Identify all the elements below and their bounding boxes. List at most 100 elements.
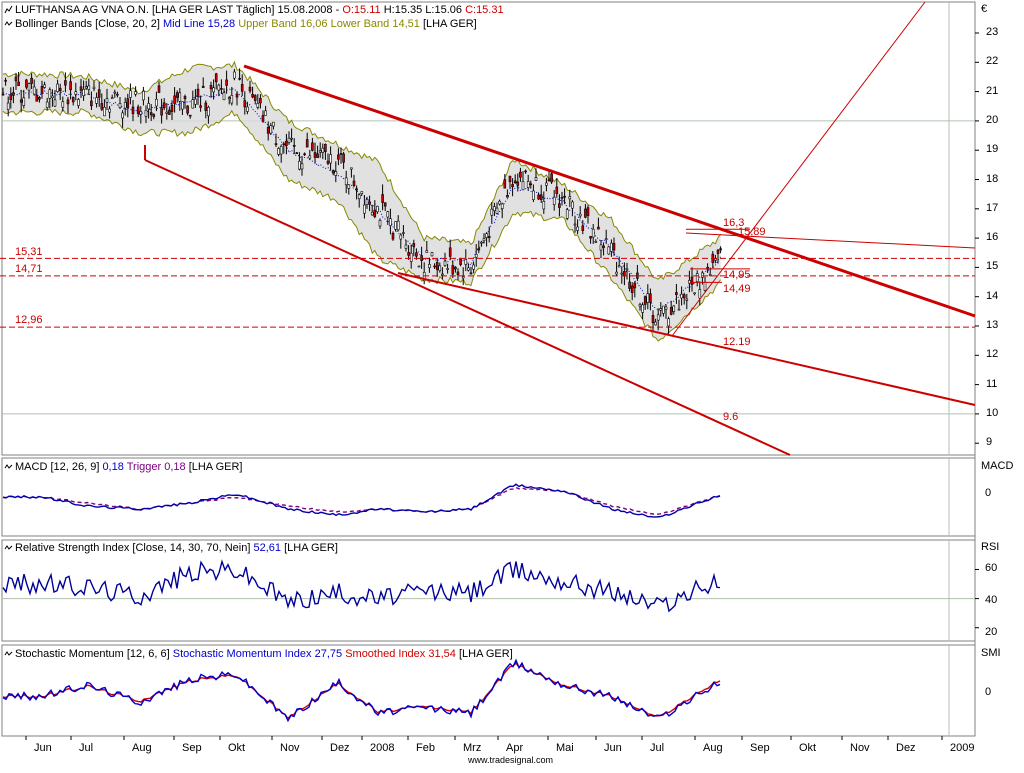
candle-body — [495, 207, 499, 214]
candle-body — [425, 250, 429, 253]
candle-body — [404, 244, 408, 249]
candle-body — [272, 121, 275, 127]
candle-body — [591, 228, 595, 238]
month-tick-label: Mai — [556, 742, 574, 754]
candle-body — [118, 103, 122, 108]
candle-body — [654, 321, 657, 326]
candle-body — [391, 232, 395, 240]
candle-body — [399, 234, 403, 240]
candle-body — [53, 99, 57, 107]
candle-body — [417, 265, 421, 268]
candle-body — [651, 315, 655, 324]
candle-body — [441, 273, 444, 276]
candle-body — [56, 83, 59, 92]
macd-trigger: Trigger 0,18 — [126, 461, 186, 473]
price-tick-label: 20 — [986, 113, 999, 126]
candle-body — [638, 304, 642, 307]
candle-body — [547, 179, 551, 182]
candle-body — [152, 114, 156, 117]
candle-body — [342, 153, 345, 163]
candle-body — [233, 71, 236, 79]
level-label: 14,71 — [15, 263, 43, 275]
macd-value: 0,18 — [102, 461, 124, 473]
candle-body — [656, 314, 660, 321]
candle-body — [308, 155, 312, 159]
month-tick-label: Nov — [280, 742, 300, 754]
candle-body — [597, 226, 600, 230]
candle-body — [227, 97, 231, 99]
candle-body — [22, 97, 26, 106]
price-tick-label: 14 — [986, 289, 999, 302]
month-tick-label: Apr — [506, 742, 524, 754]
candle-body — [108, 108, 111, 113]
candle-body — [698, 289, 702, 299]
candle-body — [266, 127, 270, 134]
candle-body — [347, 184, 351, 189]
candle-body — [222, 92, 226, 101]
month-tick-label: Mrz — [463, 742, 482, 754]
candle-body — [214, 73, 218, 83]
candle-body — [506, 195, 509, 198]
price-tick-label: 12 — [986, 348, 999, 361]
smi-zero-tick: 0 — [985, 686, 992, 698]
candle-body — [84, 86, 88, 89]
candle-body — [35, 95, 39, 102]
month-tick-label: Nov — [850, 742, 870, 754]
candle-body — [27, 83, 31, 91]
candle-body — [376, 205, 379, 213]
candle-body — [279, 146, 283, 155]
candle-body — [633, 282, 637, 289]
candle-body — [524, 170, 527, 173]
macd-axis-label: MACD — [981, 460, 1014, 472]
candle-body — [565, 209, 569, 219]
candle-body — [685, 298, 689, 301]
candle-body — [230, 95, 234, 104]
candle-body — [578, 213, 582, 217]
candle-body — [659, 308, 663, 311]
candle-body — [225, 79, 228, 86]
candle-body — [610, 242, 613, 252]
level-label: 15,31 — [15, 246, 43, 258]
candle-body — [503, 179, 507, 189]
candle-body — [240, 84, 244, 92]
candle-body — [464, 258, 468, 265]
candle-body — [4, 79, 7, 82]
price-tick-label: 9 — [986, 436, 993, 449]
chart-window: LUFTHANSA AG VNA O.N. [LHA GER LAST Tägl… — [0, 0, 1024, 768]
candle-body — [12, 92, 15, 96]
candle-body — [396, 220, 400, 231]
candle-body — [261, 115, 265, 122]
candle-body — [287, 137, 291, 143]
bb-header: Bollinger Bands [Close, 20, 2] Mid Line … — [4, 18, 477, 31]
candle-body — [430, 252, 434, 257]
candle-body — [300, 163, 304, 170]
candle-body — [625, 268, 629, 271]
candle-body — [175, 92, 179, 98]
candle-body — [708, 274, 712, 276]
candle-body — [87, 85, 91, 90]
candle-body — [217, 84, 221, 91]
candle-body — [79, 86, 83, 91]
candle-body — [324, 143, 327, 152]
smi-axis-label: SMI — [981, 647, 1001, 659]
month-tick-label: Jul — [79, 742, 94, 754]
candle-body — [303, 153, 306, 156]
smi-index: Stochastic Momentum Index 27,75 — [172, 648, 343, 660]
indicator-icon — [4, 543, 13, 552]
candle-body — [74, 91, 78, 95]
candle-body — [586, 207, 590, 216]
candle-body — [17, 81, 20, 86]
candle-body — [204, 102, 208, 111]
month-tick-label: 2009 — [950, 742, 975, 754]
candle-body — [212, 87, 215, 93]
month-tick-label: Okt — [228, 742, 246, 754]
rsi-header: Relative Strength Index [Close, 14, 30, … — [4, 542, 338, 555]
candle-body — [113, 91, 117, 94]
candle-body — [519, 171, 522, 178]
candle-body — [620, 272, 624, 275]
candle-body — [61, 101, 65, 108]
candle-body — [469, 272, 473, 275]
candle-body — [1, 93, 5, 96]
candle-body — [19, 99, 23, 103]
candle-body — [381, 194, 384, 203]
